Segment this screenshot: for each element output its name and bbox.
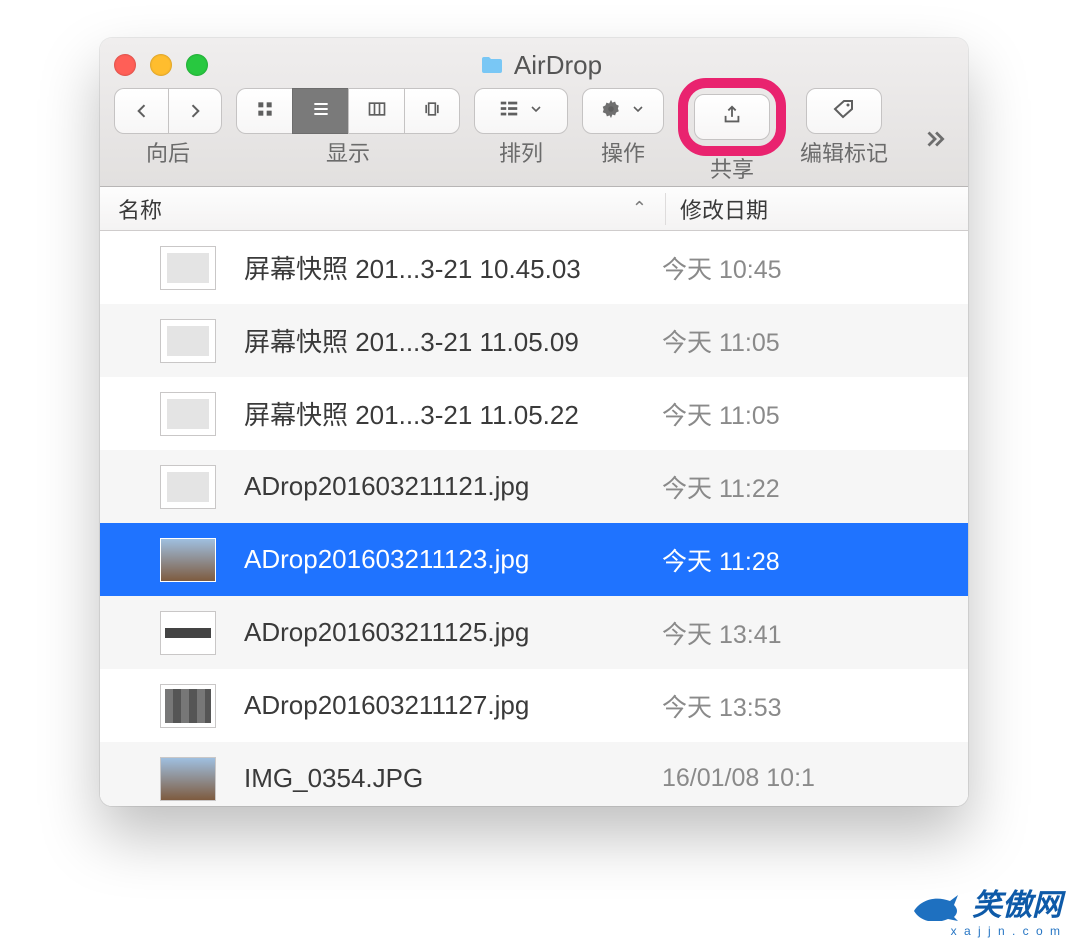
nav-forward-button[interactable]	[168, 88, 222, 134]
file-thumbnail	[160, 684, 216, 728]
file-name: ADrop201603211123.jpg	[244, 544, 650, 575]
share-highlight-ring	[678, 78, 786, 156]
file-thumbnail	[160, 465, 216, 509]
action-label: 操作	[601, 136, 645, 168]
sort-caret-icon: ⌃	[632, 198, 647, 219]
file-thumbnail	[160, 611, 216, 655]
file-thumbnail	[160, 538, 216, 582]
finder-window: AirDrop 向后	[100, 38, 968, 806]
file-name: ADrop201603211127.jpg	[244, 690, 650, 721]
window-title: AirDrop	[514, 50, 602, 81]
file-thumbnail	[160, 392, 216, 436]
file-thumbnail	[160, 246, 216, 290]
file-date: 今天 13:41	[650, 615, 968, 651]
file-date: 今天 13:53	[650, 688, 968, 724]
file-list[interactable]: 屏幕快照 201...3-21 10.45.03今天 10:45屏幕快照 201…	[100, 231, 968, 806]
file-row[interactable]: IMG_0354.JPG16/01/08 10:1	[100, 742, 968, 806]
chevron-down-icon	[630, 101, 646, 122]
gear-icon	[600, 98, 622, 125]
shark-icon	[912, 891, 960, 921]
toolbar-overflow-button[interactable]	[922, 114, 954, 159]
share-button[interactable]	[694, 94, 770, 140]
share-icon	[721, 104, 743, 131]
coverflow-icon	[422, 99, 442, 124]
zoom-button[interactable]	[186, 54, 208, 76]
view-column-button[interactable]	[348, 88, 404, 134]
minimize-button[interactable]	[150, 54, 172, 76]
nav-label: 向后	[146, 136, 190, 168]
folder-icon	[480, 55, 504, 75]
arrange-button[interactable]	[474, 88, 568, 134]
file-row[interactable]: ADrop201603211125.jpg今天 13:41	[100, 596, 968, 669]
tags-label: 编辑标记	[800, 136, 888, 168]
column-name-label: 名称	[118, 193, 162, 225]
file-name: ADrop201603211121.jpg	[244, 471, 650, 502]
file-date: 今天 11:28	[650, 542, 968, 578]
view-list-button[interactable]	[292, 88, 348, 134]
file-date: 16/01/08 10:1	[650, 764, 968, 793]
file-date: 今天 11:05	[650, 323, 968, 359]
chevron-down-icon	[528, 101, 544, 122]
file-thumbnail	[160, 319, 216, 363]
columns-icon	[367, 99, 387, 124]
file-row[interactable]: ADrop201603211121.jpg今天 11:22	[100, 450, 968, 523]
tag-icon	[832, 97, 856, 126]
watermark-title: 笑傲网	[972, 889, 1062, 922]
watermark-url: x a j j n . c o m	[912, 924, 1062, 938]
list-icon	[311, 99, 331, 124]
view-icon-button[interactable]	[236, 88, 292, 134]
column-modified[interactable]: 修改日期	[666, 193, 968, 225]
share-label: 共享	[710, 152, 754, 184]
file-name: 屏幕快照 201...3-21 10.45.03	[244, 249, 650, 286]
file-row[interactable]: 屏幕快照 201...3-21 11.05.22今天 11:05	[100, 377, 968, 450]
column-modified-label: 修改日期	[680, 198, 768, 223]
file-row[interactable]: ADrop201603211123.jpg今天 11:28	[100, 523, 968, 596]
file-row[interactable]: 屏幕快照 201...3-21 10.45.03今天 10:45	[100, 231, 968, 304]
file-row[interactable]: ADrop201603211127.jpg今天 13:53	[100, 669, 968, 742]
file-date: 今天 11:05	[650, 396, 968, 432]
file-thumbnail	[160, 757, 216, 801]
close-button[interactable]	[114, 54, 136, 76]
file-date: 今天 10:45	[650, 250, 968, 286]
file-name: ADrop201603211125.jpg	[244, 617, 650, 648]
file-name: IMG_0354.JPG	[244, 763, 650, 794]
file-name: 屏幕快照 201...3-21 11.05.22	[244, 395, 650, 432]
view-coverflow-button[interactable]	[404, 88, 460, 134]
window-controls	[114, 54, 208, 76]
nav-back-button[interactable]	[114, 88, 168, 134]
file-name: 屏幕快照 201...3-21 11.05.09	[244, 322, 650, 359]
arrange-label: 排列	[499, 136, 543, 168]
edit-tags-button[interactable]	[806, 88, 882, 134]
action-button[interactable]	[582, 88, 664, 134]
column-header: 名称 ⌃ 修改日期	[100, 187, 968, 231]
arrange-icon	[498, 98, 520, 125]
file-row[interactable]: 屏幕快照 201...3-21 11.05.09今天 11:05	[100, 304, 968, 377]
grid-icon	[255, 99, 275, 124]
view-label: 显示	[326, 136, 370, 168]
column-name[interactable]: 名称 ⌃	[100, 193, 666, 225]
titlebar: AirDrop 向后	[100, 38, 968, 187]
watermark: 笑傲网 x a j j n . c o m	[912, 880, 1062, 938]
file-date: 今天 11:22	[650, 469, 968, 505]
